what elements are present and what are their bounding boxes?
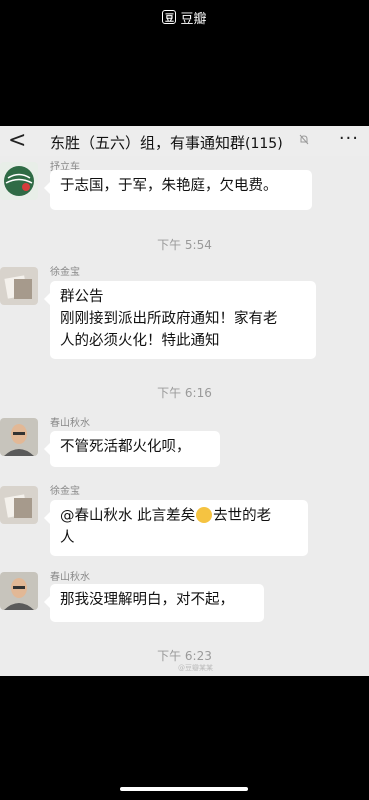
douban-watermark-text: 豆瓣 — [180, 11, 207, 27]
message-text-part: 去世的老 — [213, 508, 272, 524]
sender-name: 春山秋水 — [50, 418, 90, 429]
message-text: 不管死活都火化呗， — [60, 439, 191, 455]
more-options-icon[interactable]: ··· — [339, 128, 359, 149]
chat-screen: < 东胜（五六）组，有事通知群(115) ··· 抒立车 于志国，于军，朱艳庭，… — [0, 126, 369, 676]
avatar-sender4[interactable] — [0, 486, 38, 524]
avatar-sender3[interactable] — [0, 418, 38, 456]
chat-header: < 东胜（五六）组，有事通知群(115) ··· — [0, 126, 369, 156]
timestamp: 下午 5:54 — [157, 238, 212, 252]
home-indicator[interactable] — [120, 787, 248, 791]
chat-title: 东胜（五六）组，有事通知群(115) — [50, 132, 283, 153]
message-bubble[interactable]: 于志国，于军，朱艳庭，欠电费。 — [44, 170, 312, 210]
avatar-sender1[interactable] — [0, 162, 38, 200]
sender-name: 春山秋水 — [50, 572, 90, 583]
douban-watermark: 豆 豆瓣 — [0, 8, 369, 27]
timestamp: 下午 6:16 — [157, 386, 212, 400]
group-name: 东胜（五六）组，有事通知群 — [50, 134, 246, 152]
timestamp: 下午 6:23 — [157, 649, 212, 663]
message-text-line: 人的必须火化！特此通知 — [60, 333, 220, 349]
avatar-sender2[interactable] — [0, 267, 38, 305]
message-text-line: @春山秋水 此言差矣 去世的老 — [60, 505, 298, 527]
douban-logo-icon: 豆 — [162, 10, 177, 24]
message-text: 那我没理解明白，对不起， — [60, 592, 234, 608]
message-bubble[interactable]: 群公告 刚刚接到派出所政府通知！家有老 人的必须火化！特此通知 — [44, 281, 316, 359]
back-icon[interactable]: < — [8, 128, 26, 153]
message-text-line: 人 — [60, 530, 75, 546]
sender-name: 徐金宝 — [50, 486, 80, 497]
message-bubble[interactable]: 那我没理解明白，对不起， — [44, 584, 264, 622]
message-text-line: 群公告 — [60, 289, 104, 305]
avatar-sender5[interactable] — [0, 572, 38, 610]
laugh-cry-emoji-icon — [196, 507, 213, 523]
message-text-part: @春山秋水 此言差矣 — [60, 508, 196, 524]
message-text: 于志国，于军，朱艳庭，欠电费。 — [60, 178, 278, 194]
message-bubble[interactable]: @春山秋水 此言差矣 去世的老 人 — [44, 500, 308, 556]
footer-watermark: @豆瓣某某 — [178, 664, 213, 672]
sender-name: 徐金宝 — [50, 267, 80, 278]
message-bubble[interactable]: 不管死活都火化呗， — [44, 431, 220, 467]
message-text-line: 刚刚接到派出所政府通知！家有老 — [60, 311, 278, 327]
mute-bell-icon — [299, 134, 309, 148]
member-count: (115) — [245, 136, 283, 152]
